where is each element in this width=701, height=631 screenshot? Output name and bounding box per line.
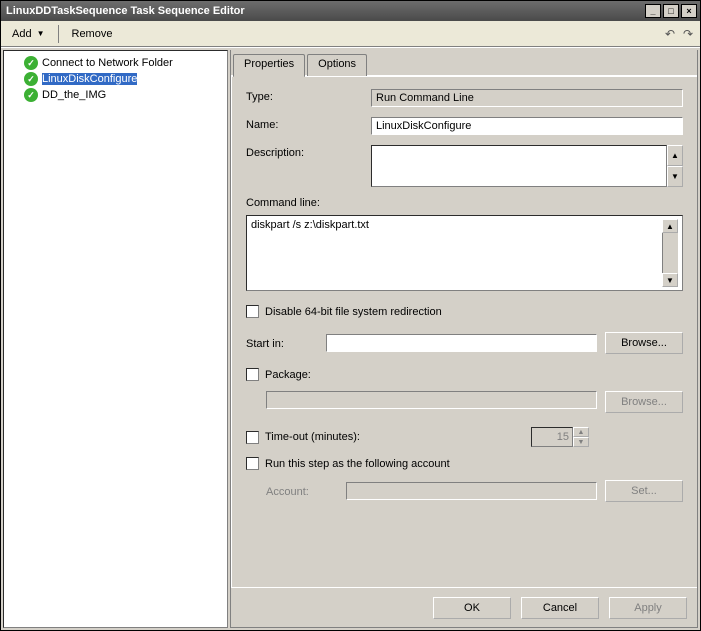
remove-button[interactable]: Remove	[65, 25, 120, 43]
dropdown-icon: ▼	[37, 29, 45, 38]
package-input	[266, 391, 597, 409]
close-icon: ×	[686, 6, 691, 16]
type-field: Run Command Line	[371, 89, 683, 107]
command-line-input[interactable]: diskpart /s z:\diskpart.txt	[251, 219, 662, 287]
right-pane: Properties Options Type: Run Command Lin…	[230, 50, 698, 628]
tab-label: Properties	[244, 58, 294, 70]
tab-label: Options	[318, 58, 356, 70]
timeout-checkbox[interactable]	[246, 431, 259, 444]
description-wrap: ▲ ▼	[371, 145, 683, 187]
titlebar: LinuxDDTaskSequence Task Sequence Editor…	[1, 1, 700, 21]
move-down-icon[interactable]: ↷	[680, 26, 696, 42]
tree-item-connect-network-folder[interactable]: ✓ Connect to Network Folder	[6, 55, 225, 71]
name-label: Name:	[246, 117, 371, 131]
maximize-icon: □	[668, 6, 673, 16]
description-label: Description:	[246, 145, 371, 159]
run-as-checkbox[interactable]	[246, 457, 259, 470]
package-label[interactable]: Package:	[265, 369, 311, 381]
disable-redir-label[interactable]: Disable 64-bit file system redirection	[265, 306, 442, 318]
close-button[interactable]: ×	[681, 4, 697, 18]
minimize-icon: _	[650, 6, 655, 16]
account-label: Account:	[266, 484, 338, 498]
type-label: Type:	[246, 89, 371, 103]
tree-item-label: LinuxDiskConfigure	[42, 73, 137, 85]
scroll-up-icon[interactable]: ▲	[667, 145, 683, 166]
window-title: LinuxDDTaskSequence Task Sequence Editor	[4, 5, 643, 17]
browse-package-button: Browse...	[605, 391, 683, 413]
scroll-down-icon[interactable]: ▼	[662, 273, 678, 287]
footer: OK Cancel Apply	[231, 587, 697, 627]
tree-item-linuxdiskconfigure[interactable]: ✓ LinuxDiskConfigure	[6, 71, 225, 87]
description-input[interactable]	[371, 145, 667, 187]
timeout-updown: ▲ ▼	[573, 427, 589, 447]
check-icon: ✓	[24, 56, 38, 70]
browse-start-in-button[interactable]: Browse...	[605, 332, 683, 354]
tree-item-dd-the-img[interactable]: ✓ DD_the_IMG	[6, 87, 225, 103]
body: ✓ Connect to Network Folder ✓ LinuxDiskC…	[1, 47, 700, 630]
spin-up-icon: ▲	[573, 427, 589, 437]
scroll-down-icon[interactable]: ▼	[667, 166, 683, 187]
timeout-input	[531, 427, 573, 447]
disable-redir-checkbox[interactable]	[246, 305, 259, 318]
check-icon: ✓	[24, 72, 38, 86]
tab-options[interactable]: Options	[307, 54, 367, 76]
tree-item-label: Connect to Network Folder	[42, 57, 173, 69]
tree-item-label: DD_the_IMG	[42, 89, 106, 101]
start-in-input[interactable]	[326, 334, 597, 352]
scrollbar-track[interactable]	[662, 233, 678, 273]
account-input	[346, 482, 597, 500]
timeout-label[interactable]: Time-out (minutes):	[265, 431, 360, 443]
check-icon: ✓	[24, 88, 38, 102]
titlebar-buttons: _ □ ×	[643, 4, 697, 18]
timeout-spinbox: ▲ ▼	[531, 427, 593, 447]
start-in-label: Start in:	[246, 336, 318, 350]
command-line-wrap: diskpart /s z:\diskpart.txt ▲ ▼	[246, 215, 683, 291]
description-scrollbar[interactable]: ▲ ▼	[667, 145, 683, 187]
properties-panel: Type: Run Command Line Name: Description…	[231, 76, 697, 587]
cancel-button[interactable]: Cancel	[521, 597, 599, 619]
toolbar: Add ▼ Remove ↶ ↷	[1, 21, 700, 47]
package-checkbox[interactable]	[246, 368, 259, 381]
add-label: Add	[12, 28, 32, 40]
remove-label: Remove	[72, 28, 113, 40]
toolbar-separator	[58, 25, 59, 43]
window: LinuxDDTaskSequence Task Sequence Editor…	[0, 0, 701, 631]
tabs: Properties Options	[231, 54, 697, 76]
name-input[interactable]	[371, 117, 683, 135]
tree-pane[interactable]: ✓ Connect to Network Folder ✓ LinuxDiskC…	[3, 50, 228, 628]
apply-button: Apply	[609, 597, 687, 619]
spin-down-icon: ▼	[573, 437, 589, 447]
add-button[interactable]: Add ▼	[5, 25, 52, 43]
maximize-button[interactable]: □	[663, 4, 679, 18]
set-account-button: Set...	[605, 480, 683, 502]
move-up-icon[interactable]: ↶	[662, 26, 678, 42]
tab-properties[interactable]: Properties	[233, 54, 305, 77]
command-line-scrollbar[interactable]: ▲ ▼	[662, 219, 678, 287]
scroll-up-icon[interactable]: ▲	[662, 219, 678, 233]
run-as-label[interactable]: Run this step as the following account	[265, 458, 450, 470]
command-line-label: Command line:	[246, 197, 683, 209]
ok-button[interactable]: OK	[433, 597, 511, 619]
minimize-button[interactable]: _	[645, 4, 661, 18]
